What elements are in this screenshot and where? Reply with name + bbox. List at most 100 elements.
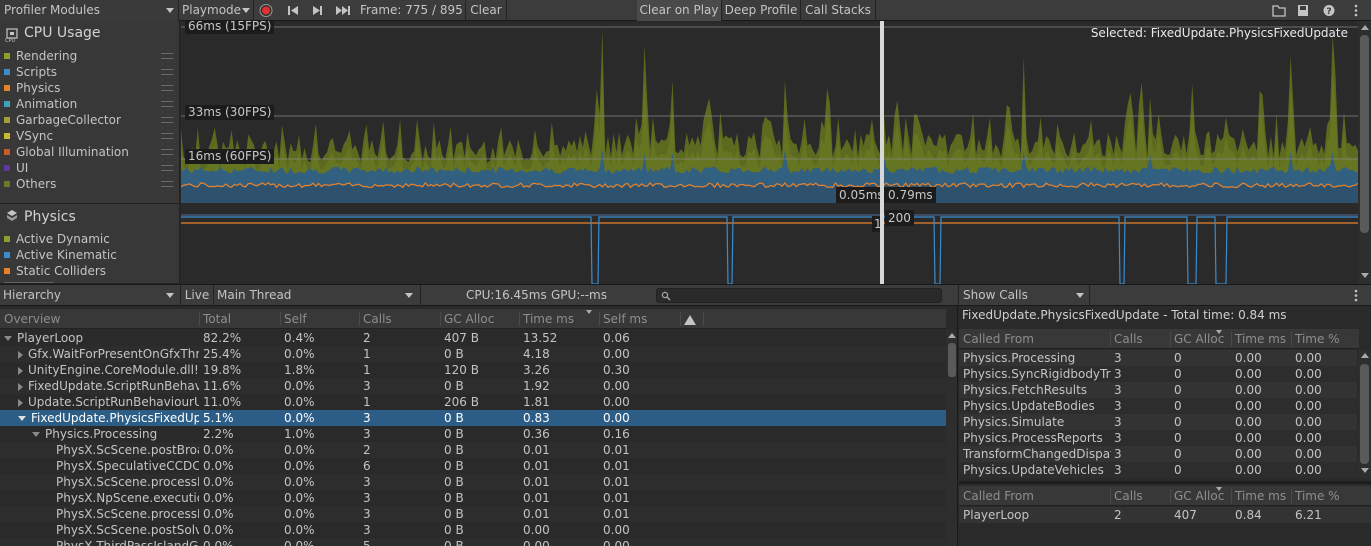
hierarchy-row[interactable]: PhysX.SpeculativeCCDContactDist 0.0% 0.0% 6… bbox=[0, 458, 946, 474]
hierarchy-row[interactable]: Update.ScriptRunBehaviourUpdate 11.0% 0.0%… bbox=[0, 394, 946, 410]
callee-row[interactable]: Physics.SyncRigidbodyTransforms3 0 0.00 0.0… bbox=[959, 366, 1357, 382]
search-field[interactable] bbox=[656, 288, 942, 303]
collapsed-arrow-icon[interactable] bbox=[18, 398, 23, 407]
show-calls-dropdown[interactable]: Show Calls bbox=[959, 285, 1089, 306]
hierarchy-row[interactable]: Physics.Processing 2.2% 1.0% 3 0 B 0.36 0.16 bbox=[0, 426, 946, 442]
callee-row[interactable]: Physics.Processing 3 0 0.00 0.00 bbox=[959, 350, 1357, 366]
selected-frame-line[interactable] bbox=[880, 21, 884, 284]
column-header[interactable]: Called From bbox=[963, 329, 1111, 349]
hierarchy-row[interactable]: PhysX.ScScene.postSolver 0.0% 0.0% 3 0 B 0.00… bbox=[0, 522, 946, 538]
profiler-modules-dropdown[interactable]: Profiler Modules bbox=[0, 0, 178, 21]
hierarchy-row[interactable]: Gfx.WaitForPresentOnGfxThread 25.4% 0.0% 1 0… bbox=[0, 346, 946, 362]
hierarchy-row[interactable]: PlayerLoop 82.2% 0.4% 2 407 B 13.52 0.06 bbox=[0, 330, 946, 346]
hierarchy-row[interactable]: PhysX.ScScene.processLostContacts 0.0% 0.0… bbox=[0, 506, 946, 522]
deep-profile-toggle[interactable]: Deep Profile bbox=[722, 0, 800, 21]
related-split-divider[interactable] bbox=[959, 481, 1371, 484]
physics-module-panel[interactable]: Physics Active Dynamic Active Kinematic St… bbox=[0, 204, 180, 284]
drag-handle-icon[interactable] bbox=[161, 101, 173, 107]
help-button[interactable]: ? bbox=[1318, 0, 1340, 21]
physics-legend-item[interactable]: Active Dynamic bbox=[4, 231, 110, 247]
hierarchy-row[interactable]: FixedUpdate.PhysicsFixedUpdate 5.1% 0.0% 3 0… bbox=[0, 410, 946, 426]
search-input[interactable] bbox=[675, 289, 937, 302]
next-frame-button[interactable] bbox=[306, 0, 328, 21]
hierarchy-row[interactable]: FixedUpdate.ScriptRunBehaviourFixed 11.6%… bbox=[0, 378, 946, 394]
chart-scrollbar[interactable] bbox=[1358, 21, 1371, 284]
save-button[interactable] bbox=[1292, 0, 1314, 21]
hierarchy-row[interactable]: PhysX.ThirdPassIslandGen 0.0% 0.0% 5 0 B 0.00… bbox=[0, 538, 946, 546]
hierarchy-row[interactable]: PhysX.ScScene.postBroadPhase 0.0% 0.0% 2 0 B… bbox=[0, 442, 946, 458]
physics-chart[interactable]: 1 200 bbox=[181, 204, 1358, 284]
scroll-up-arrow-icon[interactable] bbox=[1361, 353, 1369, 358]
cpu-legend-item[interactable]: Scripts bbox=[4, 64, 57, 80]
callee-row[interactable]: Physics.Simulate 3 0 0.00 0.00 bbox=[959, 414, 1357, 430]
column-header[interactable]: Time ms bbox=[1235, 329, 1291, 349]
drag-handle-icon[interactable] bbox=[161, 53, 173, 59]
caller-row[interactable]: PlayerLoop 2 407 0.84 6.21 bbox=[959, 507, 1371, 523]
hierarchy-scrollbar[interactable] bbox=[946, 330, 957, 546]
callee-row[interactable]: Physics.UpdateVehicles 3 0 0.00 0.00 bbox=[959, 462, 1357, 478]
expanded-arrow-icon[interactable] bbox=[18, 416, 26, 421]
callee-row[interactable]: Physics.UpdateBodies 3 0 0.00 0.00 bbox=[959, 398, 1357, 414]
view-type-dropdown[interactable]: Hierarchy bbox=[0, 285, 180, 306]
live-toggle[interactable]: Live bbox=[181, 285, 213, 306]
callee-row[interactable]: Physics.ProcessReports 3 0 0.00 0.00 bbox=[959, 430, 1357, 446]
drag-handle-icon[interactable] bbox=[161, 149, 173, 155]
column-header[interactable]: Time % bbox=[1295, 486, 1351, 506]
column-header[interactable]: Total bbox=[203, 309, 279, 329]
physics-legend-item[interactable]: Static Colliders bbox=[4, 263, 106, 279]
physics-legend-item[interactable]: Active Kinematic bbox=[4, 247, 117, 263]
cpu-legend-item[interactable]: Others bbox=[4, 176, 56, 192]
cpu-module-panel[interactable]: CPU CPU Usage Rendering Scripts Physics Ani… bbox=[0, 21, 180, 204]
options-menu-button[interactable] bbox=[1346, 0, 1366, 21]
drag-handle-icon[interactable] bbox=[161, 133, 173, 139]
collapsed-arrow-icon[interactable] bbox=[18, 350, 23, 359]
clear-button[interactable]: Clear bbox=[466, 0, 506, 21]
expanded-arrow-icon[interactable] bbox=[4, 336, 12, 341]
record-button[interactable] bbox=[254, 0, 280, 21]
cpu-legend-item[interactable]: Physics bbox=[4, 80, 60, 96]
drag-handle-icon[interactable] bbox=[161, 181, 173, 187]
column-header[interactable]: Self ms bbox=[603, 309, 679, 329]
cpu-legend-item[interactable]: Rendering bbox=[4, 48, 77, 64]
collapsed-arrow-icon[interactable] bbox=[18, 366, 23, 375]
column-header[interactable]: Called From bbox=[963, 486, 1111, 506]
scroll-down-arrow-icon[interactable] bbox=[1361, 468, 1369, 473]
scroll-up-arrow-icon[interactable] bbox=[1361, 25, 1369, 30]
hierarchy-row[interactable]: UnityEngine.CoreModule.dll!Unity 19.8% 1.8… bbox=[0, 362, 946, 378]
cpu-legend-item[interactable]: GarbageCollector bbox=[4, 112, 121, 128]
current-frame-button[interactable] bbox=[331, 0, 355, 21]
cpu-legend-item[interactable]: Global Illumination bbox=[4, 144, 129, 160]
cpu-legend-item[interactable]: Animation bbox=[4, 96, 77, 112]
drag-handle-icon[interactable] bbox=[161, 117, 173, 123]
column-header[interactable]: Time ms bbox=[1235, 486, 1291, 506]
physics-chart-graph[interactable] bbox=[181, 204, 1358, 284]
callee-row[interactable]: Physics.FetchResults 3 0 0.00 0.00 bbox=[959, 382, 1357, 398]
callees-scroll-thumb[interactable] bbox=[1360, 364, 1369, 464]
column-header[interactable]: Calls bbox=[1114, 329, 1170, 349]
cpu-legend-item[interactable]: UI bbox=[4, 160, 28, 176]
drag-handle-icon[interactable] bbox=[161, 69, 173, 75]
cpu-chart[interactable]: 66ms (15FPS) 33ms (30FPS) 16ms (60FPS) S… bbox=[181, 21, 1358, 204]
hierarchy-row[interactable]: PhysX.ScScene.processNarrowPhase 0.0% 0.0%… bbox=[0, 474, 946, 490]
scroll-down-arrow-icon[interactable] bbox=[1361, 273, 1369, 278]
callee-row[interactable]: TransformChangedDispatch3 0 0.00 0.00 bbox=[959, 446, 1357, 462]
chart-scroll-thumb[interactable] bbox=[1360, 35, 1369, 233]
call-stacks-toggle[interactable]: Call Stacks bbox=[801, 0, 875, 21]
collapsed-arrow-icon[interactable] bbox=[18, 382, 23, 391]
cpu-chart-graph[interactable] bbox=[181, 21, 1358, 204]
column-header[interactable]: Calls bbox=[363, 309, 439, 329]
hierarchy-scroll-thumb[interactable] bbox=[948, 343, 956, 377]
first-frame-button[interactable] bbox=[282, 0, 304, 21]
column-header[interactable]: GC Alloc bbox=[444, 309, 520, 329]
column-header[interactable]: Time % bbox=[1295, 329, 1351, 349]
cpu-legend-item[interactable]: VSync bbox=[4, 128, 53, 144]
load-button[interactable] bbox=[1268, 0, 1290, 21]
clear-on-play-toggle[interactable]: Clear on Play bbox=[637, 0, 721, 21]
target-dropdown[interactable]: Playmode bbox=[180, 0, 252, 21]
hierarchy-row[interactable]: PhysX.NpScene.execution 0.0% 0.0% 3 0 B 0.01 0… bbox=[0, 490, 946, 506]
column-header[interactable]: Self bbox=[284, 309, 358, 329]
column-header[interactable]: Overview bbox=[4, 309, 200, 329]
thread-dropdown[interactable]: Main Thread bbox=[214, 285, 420, 306]
details-options-button[interactable] bbox=[1346, 285, 1366, 306]
warning-column-icon[interactable] bbox=[684, 315, 696, 325]
